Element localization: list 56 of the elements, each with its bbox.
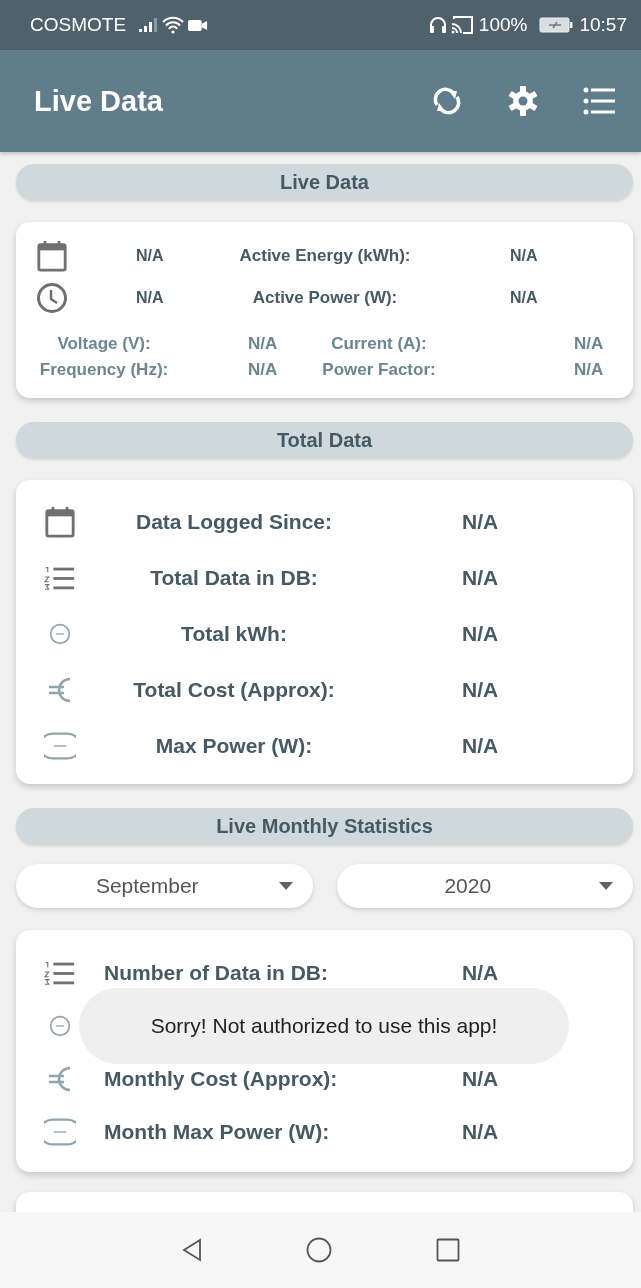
meter-icon [49, 1014, 71, 1037]
value-text: N/A [461, 510, 500, 534]
field-label: Total Data in DB: [149, 566, 319, 590]
value-text: N/A [461, 678, 500, 702]
screen-title: Live Data [34, 84, 163, 118]
field-label: Frequency (Hz): [38, 360, 170, 380]
meter-icon [49, 623, 71, 645]
calendar-icon [36, 240, 68, 272]
dropdown-field[interactable]: September [16, 864, 313, 908]
value-text: N/A [461, 1119, 500, 1144]
value-text: N/A [135, 247, 165, 265]
field-label: Voltage (V): [56, 334, 152, 354]
value-text: N/A [461, 566, 500, 590]
field-label: Power Factor: [321, 360, 437, 380]
carrier-name: COSMOTE [30, 14, 127, 36]
battery-icon [539, 17, 574, 33]
value-text: N/A [509, 289, 539, 307]
caret-icon [599, 882, 613, 890]
value-text: N/A [573, 334, 605, 354]
field-label: Active Power (W): [251, 288, 399, 308]
section-header: Live Monthly Statistics [16, 808, 633, 844]
back-icon[interactable] [181, 1238, 202, 1262]
value-text: N/A [461, 960, 500, 985]
value-text: N/A [135, 289, 165, 307]
cast-icon [450, 16, 473, 34]
field-label: Max Power (W): [154, 734, 314, 758]
value-text: N/A [247, 360, 279, 380]
value-text: N/A [461, 622, 500, 646]
value-text: N/A [461, 1066, 500, 1091]
value-text: N/A [247, 334, 279, 354]
calendar-icon [44, 506, 76, 538]
field-label: Total kWh: [180, 622, 288, 646]
home-icon[interactable] [305, 1237, 332, 1263]
dropdown-field[interactable]: 2020 [336, 864, 633, 908]
recents-icon[interactable] [435, 1238, 460, 1262]
battery-percent: 100% [478, 14, 528, 36]
value-text: N/A [509, 247, 539, 265]
headphones-icon [428, 16, 447, 34]
field-label: Data Logged Since: [135, 510, 333, 534]
field-label: Current (A): [330, 334, 428, 354]
value-text: N/A [461, 734, 500, 758]
field-label: Active Energy (kWh): [238, 246, 412, 266]
clock-time: 10:57 [579, 14, 627, 36]
caret-icon [278, 882, 293, 890]
field-label: Total Cost (Approx): [132, 678, 336, 702]
error-toast: Sorry! Not authorized to use this app! [79, 988, 569, 1064]
field-label: Number of Data in DB: [104, 960, 329, 985]
field-label: Monthly Cost (Approx): [104, 1066, 339, 1091]
video-icon [188, 18, 209, 32]
field-label: Month Max Power (W): [104, 1119, 331, 1144]
signal-icon [138, 17, 159, 33]
clock-icon [36, 282, 68, 314]
section-header: Total Data [16, 422, 633, 458]
value-text: N/A [573, 360, 605, 380]
section-header: Live Data [16, 164, 633, 200]
wifi-icon [162, 16, 185, 34]
